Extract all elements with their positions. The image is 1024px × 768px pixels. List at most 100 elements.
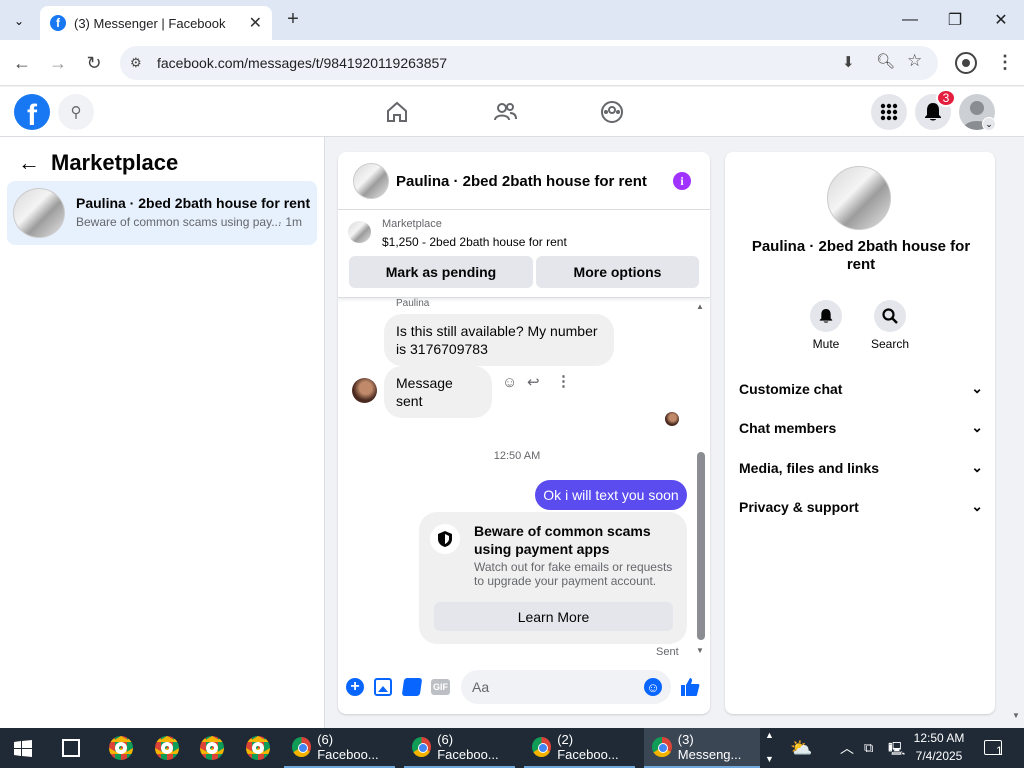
- section-label: Chat members: [739, 419, 837, 436]
- message-status: Sent: [656, 646, 679, 658]
- emoji-icon[interactable]: ☺: [644, 678, 662, 696]
- maximize-icon[interactable]: ❐: [941, 8, 969, 32]
- info-icon[interactable]: i: [673, 172, 691, 190]
- learn-more-button[interactable]: Learn More: [434, 602, 673, 631]
- site-settings-icon[interactable]: ⚙: [130, 55, 142, 71]
- task-view-icon[interactable]: [62, 739, 80, 757]
- scam-warning-card: Beware of common scams using payment app…: [419, 512, 687, 644]
- sticker-icon[interactable]: [401, 678, 423, 696]
- incoming-message[interactable]: Is this still available? My number is 31…: [384, 314, 614, 366]
- zoom-icon[interactable]: 🔍︎: [876, 52, 895, 70]
- taskbar-task[interactable]: (6) Faceboo...: [404, 728, 515, 768]
- more-options-button[interactable]: More options: [536, 256, 699, 288]
- react-smiley-icon[interactable]: ☺: [502, 374, 517, 391]
- taskbar-task[interactable]: (2) Faceboo...: [524, 728, 635, 768]
- chat-members-row[interactable]: Chat members ⌄: [739, 419, 983, 436]
- chrome-icon[interactable]: [200, 736, 224, 760]
- close-window-icon[interactable]: ✕: [987, 8, 1015, 32]
- chrome-icon[interactable]: [155, 736, 179, 760]
- chrome-icon: [532, 737, 552, 757]
- add-plus-icon[interactable]: +: [346, 678, 364, 696]
- sender-avatar[interactable]: [352, 378, 377, 403]
- close-tab-icon[interactable]: ✕: [249, 13, 262, 33]
- forward-arrow-icon[interactable]: →: [45, 50, 71, 76]
- home-icon[interactable]: [384, 99, 410, 125]
- outgoing-message[interactable]: Ok i will text you soon: [535, 480, 687, 510]
- fb-search-icon[interactable]: ⚲: [58, 94, 94, 130]
- notification-count: 1: [996, 744, 1003, 758]
- message-timestamp: 12:50 AM: [493, 450, 541, 462]
- reload-icon[interactable]: ↻: [81, 50, 107, 76]
- tray-chevron-icon[interactable]: ︿: [840, 738, 854, 758]
- section-label: Media, files and links: [739, 459, 880, 476]
- mute-bell-icon[interactable]: [810, 300, 842, 332]
- task-label: (3) Messeng...: [677, 732, 742, 762]
- install-app-icon[interactable]: ⬇: [842, 53, 855, 71]
- conversation-time: · 1m: [278, 215, 302, 229]
- facebook-logo-icon[interactable]: f: [14, 94, 50, 132]
- browser-tab-strip: ⌄ f (3) Messenger | Facebook ✕ + — ❐ ✕: [0, 0, 1024, 40]
- minimize-icon[interactable]: —: [896, 8, 924, 32]
- search-icon[interactable]: [874, 300, 906, 332]
- scrollbar-thumb[interactable]: [697, 452, 705, 640]
- clock-time[interactable]: 12:50 AM: [904, 731, 974, 745]
- conversation-item[interactable]: Paulina · 2bed 2bath house for rent Bewa…: [7, 181, 317, 245]
- chat-title[interactable]: Paulina · 2bed 2bath house for rent: [396, 173, 647, 190]
- device-icon[interactable]: ⧉: [864, 740, 873, 756]
- groups-icon[interactable]: [599, 99, 625, 125]
- warning-title: Beware of common scams using payment app…: [474, 523, 651, 557]
- photo-icon[interactable]: [374, 678, 392, 696]
- browser-menu-icon[interactable]: ⋮: [996, 52, 1014, 73]
- chat-avatar[interactable]: [353, 163, 389, 199]
- chevron-down-icon: ⌄: [971, 380, 983, 396]
- details-avatar: [827, 166, 891, 230]
- task-label: (6) Faceboo...: [317, 732, 379, 762]
- message-input[interactable]: Aa ☺: [461, 670, 671, 704]
- address-bar[interactable]: ⚙ facebook.com/messages/t/98419201192638…: [120, 46, 938, 80]
- listing-banner: Marketplace $1,250 - 2bed 2bath house fo…: [338, 210, 710, 298]
- listing-thumbnail: [13, 188, 65, 238]
- reply-arrow-icon[interactable]: ↩: [527, 373, 540, 391]
- section-label: Customize chat: [739, 380, 843, 397]
- clock-date[interactable]: 7/4/2025: [904, 749, 974, 763]
- chevron-down-icon: ⌄: [971, 498, 983, 514]
- customize-chat-row[interactable]: Customize chat ⌄: [739, 380, 983, 397]
- friends-icon[interactable]: [492, 99, 518, 125]
- new-tab-plus-icon[interactable]: +: [282, 8, 304, 32]
- menu-grid-icon[interactable]: [871, 94, 907, 130]
- network-icon[interactable]: 🖳︎: [888, 740, 905, 762]
- listing-small-thumb: [348, 221, 371, 243]
- taskbar-scroll-up-icon[interactable]: ▲: [765, 730, 774, 740]
- taskbar-scroll-down-icon[interactable]: ▼: [765, 754, 774, 764]
- shield-icon: [430, 524, 460, 554]
- like-thumb-icon[interactable]: [680, 677, 700, 702]
- taskbar-task[interactable]: (6) Faceboo...: [284, 728, 395, 768]
- scroll-up-icon[interactable]: ▲: [696, 302, 704, 311]
- chrome-icon[interactable]: [109, 736, 133, 760]
- windows-start-icon[interactable]: [14, 740, 32, 757]
- incoming-message[interactable]: Message sent: [384, 366, 492, 418]
- gif-icon[interactable]: GIF: [431, 679, 450, 695]
- bookmark-star-icon[interactable]: ☆: [907, 51, 922, 71]
- account-chevron-icon[interactable]: ⌄: [982, 117, 996, 131]
- browser-tab[interactable]: f (3) Messenger | Facebook ✕: [40, 6, 272, 40]
- listing-price-title[interactable]: $1,250 - 2bed 2bath house for rent: [382, 235, 567, 249]
- back-arrow-icon[interactable]: ←: [9, 50, 35, 76]
- message-placeholder: Aa: [472, 679, 490, 695]
- tab-search-chevron-icon[interactable]: ⌄: [8, 10, 30, 32]
- page-scroll-down-icon[interactable]: ▼: [1012, 711, 1020, 720]
- back-arrow-icon[interactable]: ←: [18, 150, 40, 176]
- task-label: (6) Faceboo...: [437, 732, 499, 762]
- scroll-down-icon[interactable]: ▼: [696, 646, 704, 655]
- taskbar-task-active[interactable]: (3) Messeng...: [644, 728, 760, 768]
- chat-header: Paulina · 2bed 2bath house for rent i: [338, 152, 710, 210]
- message-more-icon[interactable]: ⋮: [556, 372, 571, 390]
- chrome-icon[interactable]: [246, 736, 270, 760]
- profile-icon[interactable]: [955, 52, 977, 74]
- message-thread: Paulina Is this still available? My numb…: [338, 298, 710, 658]
- conversation-preview: Beware of common scams using pay...: [76, 215, 282, 229]
- media-files-links-row[interactable]: Media, files and links ⌄: [739, 459, 983, 476]
- mark-as-pending-button[interactable]: Mark as pending: [349, 256, 533, 288]
- weather-icon[interactable]: ⛅: [790, 738, 812, 759]
- privacy-support-row[interactable]: Privacy & support ⌄: [739, 498, 983, 515]
